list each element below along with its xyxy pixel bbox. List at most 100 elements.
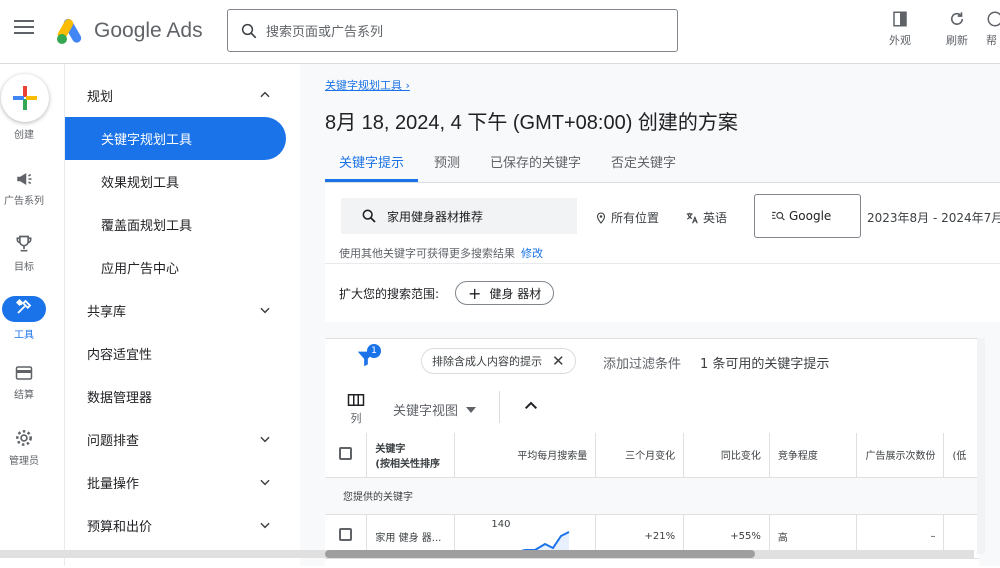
tools-nav-panel: 规划 关键字规划工具 效果规划工具 覆盖面规划工具 应用广告中心 共享库 内容适… (64, 64, 300, 566)
rail-item-admin[interactable]: 管理员 (0, 428, 48, 467)
rail-goals-label: 目标 (14, 262, 34, 273)
nav-shared-library[interactable]: 共享库 (65, 289, 286, 332)
results-card: 1 排除含成人内容的提示 ✕ 添加过滤条件 1 条可用的关键字提示 列 关键字视… (325, 338, 979, 568)
bid-low-column-header[interactable]: (低 (943, 433, 979, 478)
columns-label: 列 (350, 412, 362, 425)
appearance-button[interactable]: 外观 (880, 10, 920, 48)
keyword-header-line1: 关键字 (375, 443, 406, 455)
toolbar-separator (499, 391, 500, 423)
rail-item-billing[interactable]: 结算 (0, 364, 48, 401)
rail-item-goals[interactable]: 目标 (0, 234, 48, 273)
filter-count-badge: 1 (367, 344, 381, 358)
tools-pill (2, 296, 46, 322)
breadcrumb[interactable]: 关键字规划工具 › (325, 77, 410, 93)
help-label: 帮 (986, 34, 997, 47)
network-selector[interactable]: Google (754, 194, 861, 238)
tab-keyword-ideas[interactable]: 关键字提示 (325, 144, 419, 182)
keyword-column-header[interactable]: 关键字 (按相关性排序 (366, 433, 456, 478)
nav-performance-planner-label: 效果规划工具 (101, 176, 180, 191)
nav-shared-library-label: 共享库 (87, 305, 127, 320)
rail-item-tools[interactable]: 工具 (0, 296, 48, 341)
results-count: 1 条可用的关键字提示 (700, 357, 830, 372)
nav-app-hub-label: 应用广告中心 (101, 262, 180, 277)
keyword-hint: 使用其他关键字可获得更多搜索结果 修改 (339, 245, 543, 261)
breadcrumb-link[interactable]: 关键字规划工具 (325, 79, 402, 92)
table-header-row: 关键字 (按相关性排序 平均每月搜索量 三个月变化 同比变化 竞争程度 广告展示… (325, 433, 979, 478)
keyword-view-dropdown[interactable]: 关键字视图 (393, 400, 477, 419)
broaden-search: 扩大您的搜索范围: + 健身 器材 (339, 281, 555, 305)
rail-campaigns-label: 广告系列 (4, 196, 44, 207)
avg-searches-value: 140 (491, 518, 511, 530)
broaden-chip[interactable]: + 健身 器材 (455, 281, 555, 305)
nav-troubleshooting-label: 问题排查 (87, 434, 140, 449)
nav-reach-planner[interactable]: 覆盖面规划工具 (65, 203, 286, 246)
rail-billing-label: 结算 (14, 390, 34, 401)
keyword-header-line2: (按相关性排序 (375, 458, 440, 470)
nav-app-advertising-hub[interactable]: 应用广告中心 (65, 246, 286, 289)
nav-budgets-bidding[interactable]: 预算和出价 (65, 504, 286, 547)
tab-forecast[interactable]: 预测 (420, 144, 474, 182)
chevron-down-icon (260, 307, 270, 314)
avg-searches-column-header[interactable]: 平均每月搜索量 (454, 433, 597, 478)
broaden-label: 扩大您的搜索范围: (339, 286, 440, 301)
chevron-down-icon (260, 479, 270, 486)
nav-keyword-planner[interactable]: 关键字规划工具 (65, 117, 286, 160)
nav-planning-label: 规划 (87, 90, 114, 105)
rail-tools-label: 工具 (14, 330, 34, 341)
location-label: 所有位置 (611, 211, 660, 225)
tab-negative-keywords[interactable]: 否定关键字 (597, 144, 690, 182)
add-filter-button[interactable]: 添加过滤条件 (603, 353, 681, 372)
refresh-button[interactable]: 刷新 (937, 10, 977, 48)
location-selector[interactable]: 所有位置 (595, 209, 659, 226)
nav-performance-planner[interactable]: 效果规划工具 (65, 160, 286, 203)
nav-troubleshooting[interactable]: 问题排查 (65, 418, 286, 461)
competition-column-header[interactable]: 竞争程度 (769, 433, 858, 478)
location-pin-icon (596, 211, 606, 224)
nav-budgets-bidding-label: 预算和出价 (87, 520, 153, 535)
row-checkbox[interactable] (339, 528, 353, 541)
menu-icon[interactable] (14, 20, 34, 36)
search-input[interactable]: 搜索页面或广告系列 (227, 9, 678, 52)
rail-item-campaigns[interactable]: 广告系列 (0, 170, 48, 207)
dropdown-arrow-icon (466, 406, 477, 413)
google-ads-logo[interactable]: Google Ads (56, 16, 203, 46)
rail-create-label: 创建 (14, 130, 34, 141)
provided-keywords-label: 您提供的关键字 (325, 477, 979, 515)
hint-text: 使用其他关键字可获得更多搜索结果 (339, 247, 515, 260)
keyword-value: 家用健身器材推荐 (387, 209, 484, 224)
modify-link[interactable]: 修改 (521, 247, 543, 260)
nav-data-manager[interactable]: 数据管理器 (65, 375, 286, 418)
nav-bulk-actions[interactable]: 批量操作 (65, 461, 286, 504)
close-icon[interactable]: ✕ (552, 352, 565, 370)
adult-content-filter-chip[interactable]: 排除含成人内容的提示 ✕ (421, 348, 576, 374)
nav-reach-planner-label: 覆盖面规划工具 (101, 219, 193, 234)
date-range-selector[interactable]: 2023年8月 - 2024年7月 (863, 209, 1000, 226)
section-header-row: 您提供的关键字 (325, 477, 979, 515)
search-placeholder: 搜索页面或广告系列 (266, 25, 384, 40)
help-icon (987, 11, 1000, 27)
appearance-icon (893, 11, 907, 27)
rail-admin-label: 管理员 (9, 456, 39, 467)
three-month-change-column-header[interactable]: 三个月变化 (595, 433, 685, 478)
goals-trophy-icon (16, 235, 32, 252)
help-button[interactable]: 帮 (986, 10, 1000, 48)
navigation-rail: 创建 广告系列 目标 工具 结算 管理员 (0, 64, 64, 566)
refresh-icon (950, 12, 964, 25)
date-range-label: 2023年8月 - 2024年7月 (867, 211, 1000, 225)
keyword-search-field[interactable]: 家用健身器材推荐 (341, 198, 577, 234)
app-name: Google Ads (94, 19, 203, 42)
language-selector[interactable]: 英语 (685, 209, 727, 226)
create-button[interactable] (1, 74, 49, 122)
scrollbar-thumb[interactable] (325, 550, 755, 558)
chevron-up-icon[interactable] (523, 399, 539, 411)
impression-share-column-header[interactable]: 广告展示次数份 (856, 433, 945, 478)
yoy-change-column-header[interactable]: 同比变化 (683, 433, 770, 478)
horizontal-scrollbar[interactable] (0, 550, 974, 558)
tab-saved-keywords[interactable]: 已保存的关键字 (476, 144, 595, 182)
nav-content-suitability[interactable]: 内容适宜性 (65, 332, 286, 375)
select-all-checkbox[interactable] (339, 446, 353, 460)
search-icon (362, 209, 376, 223)
nav-planning[interactable]: 规划 (65, 74, 286, 117)
columns-button[interactable]: 列 (347, 393, 365, 426)
vertical-scrollbar[interactable] (977, 338, 985, 554)
